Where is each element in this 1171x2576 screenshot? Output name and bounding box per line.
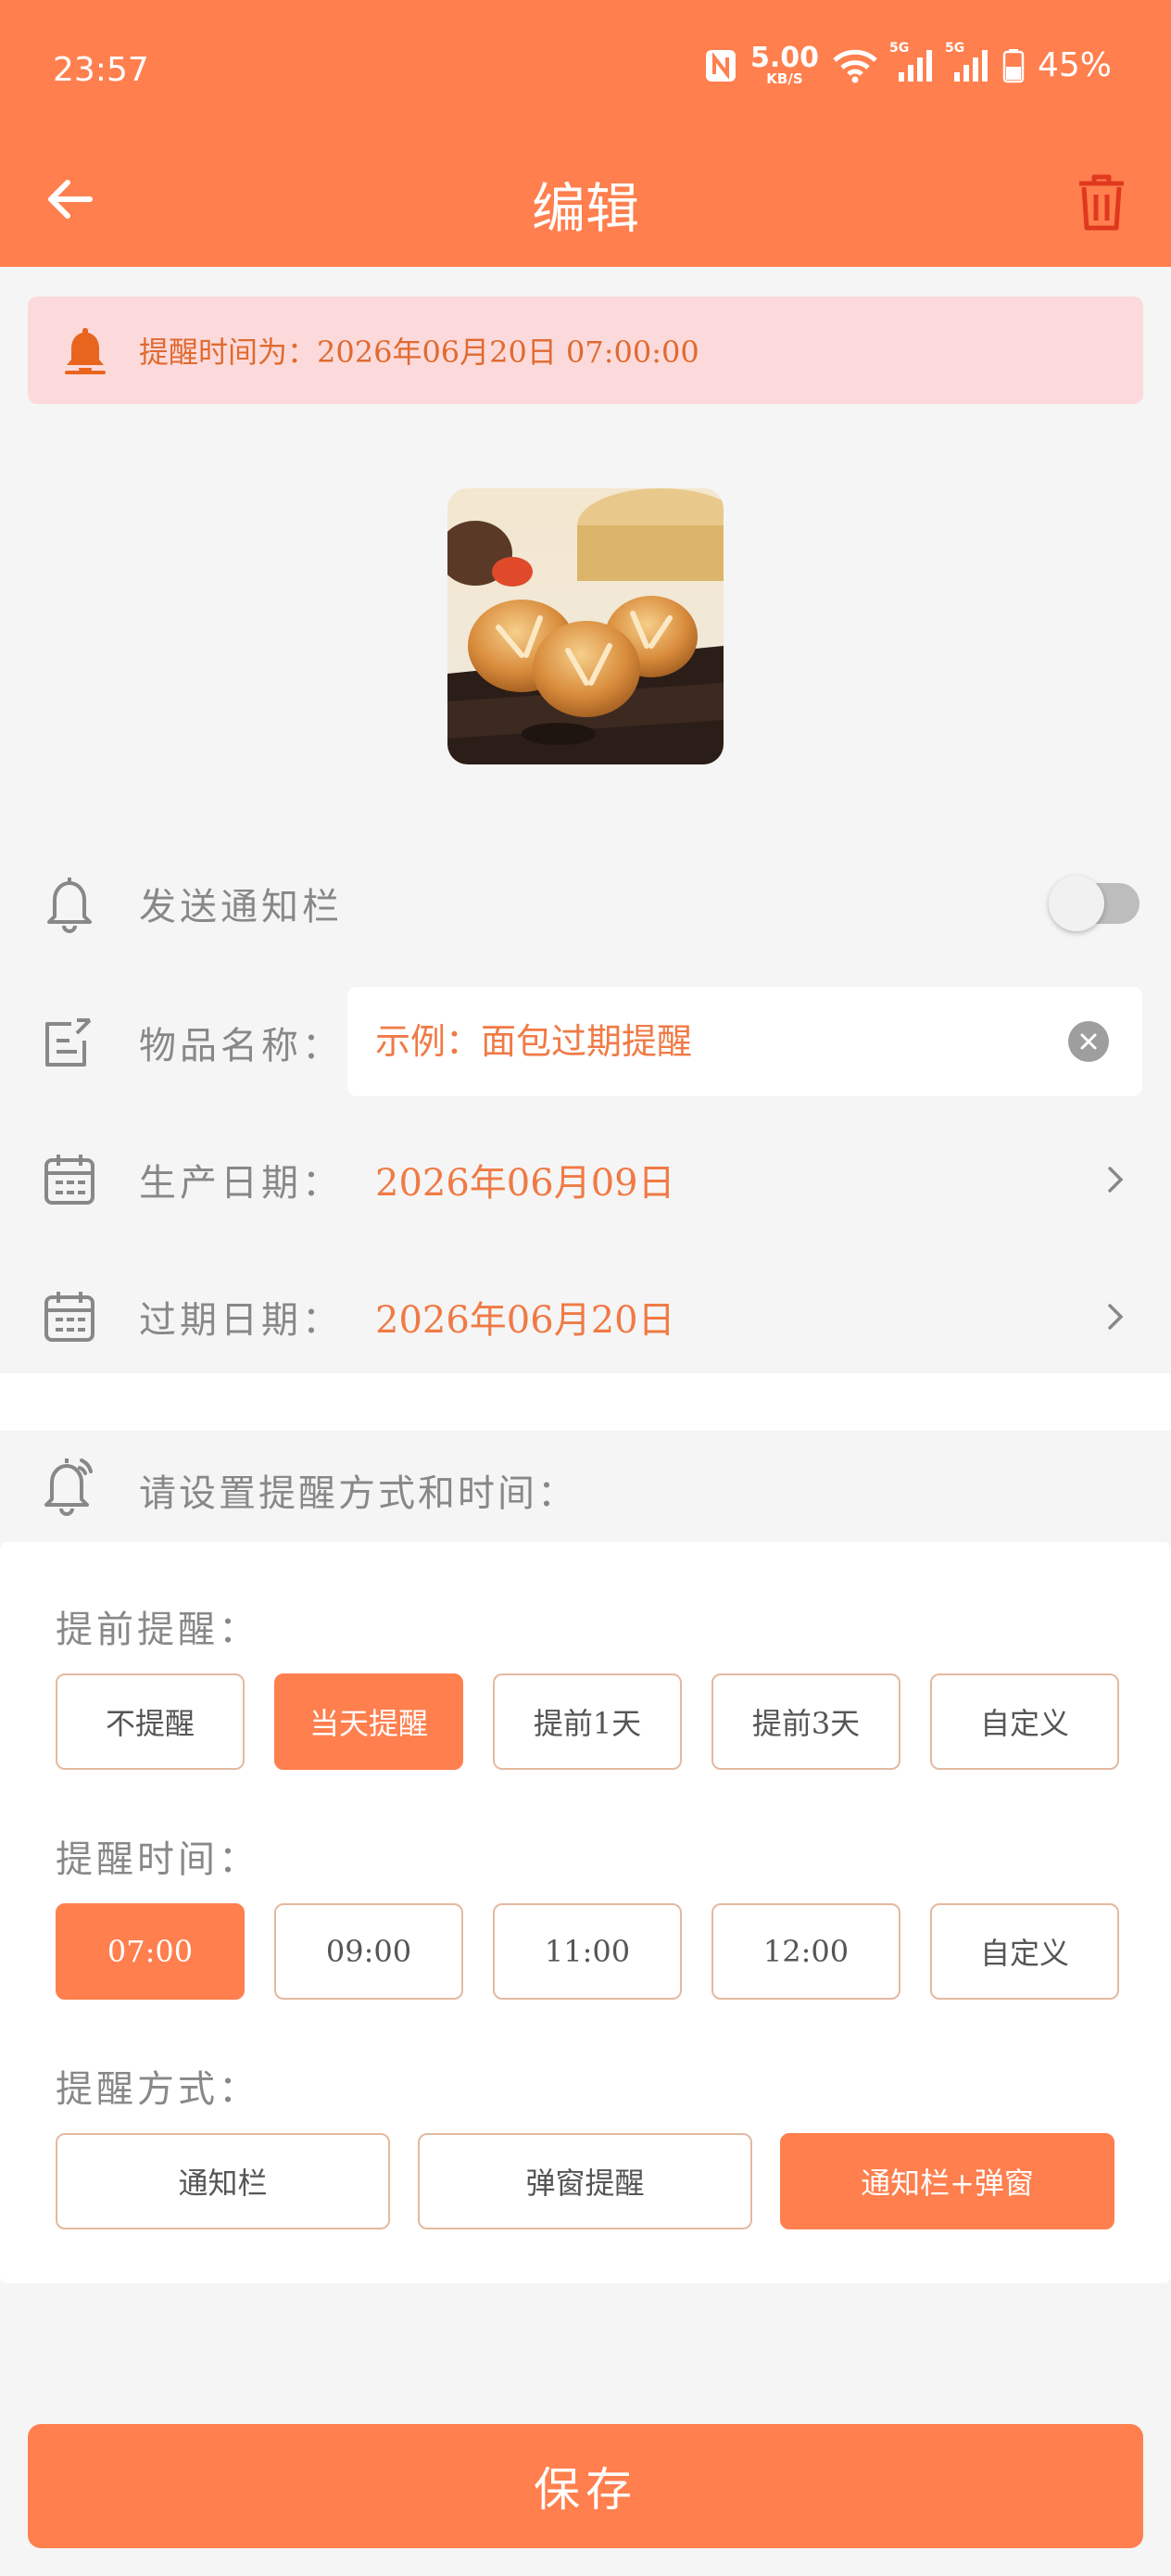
net-speed: 5.00 KB/S: [749, 42, 819, 87]
time-option-1[interactable]: 07:00: [56, 1903, 245, 2000]
method-option-3[interactable]: 通知栏+弹窗: [780, 2133, 1114, 2229]
clear-button[interactable]: [1068, 1021, 1109, 1062]
production-date-value: 2026年06月09日: [375, 1162, 675, 1205]
reminder-banner: 提醒时间为：2026年06月20日 07:00:00: [28, 297, 1143, 404]
notify-toggle[interactable]: [1049, 876, 1140, 931]
expiry-date-value: 2026年06月20日: [375, 1299, 675, 1342]
nfc-icon: [704, 48, 737, 83]
bell-outline-icon: [42, 874, 97, 933]
banner-text: 提醒时间为：2026年06月20日 07:00:00: [139, 335, 699, 370]
toggle-knob: [1049, 876, 1104, 931]
wifi-icon: [832, 48, 878, 83]
signal-icon-2: 5G: [945, 41, 989, 83]
section-divider: [0, 1373, 1171, 1431]
advance-option-4[interactable]: 提前3天: [711, 1673, 900, 1770]
delete-button[interactable]: [1069, 167, 1134, 237]
calendar-icon: [42, 1150, 97, 1209]
reminder-section-header: 请设置提醒方式和时间：: [0, 1431, 1171, 1542]
page-title: 编辑: [531, 177, 639, 240]
time-option-2[interactable]: 09:00: [274, 1903, 463, 2000]
close-icon: [1080, 1033, 1097, 1050]
notify-row: 发送通知栏: [0, 839, 1171, 968]
reminder-card: 提前提醒： 不提醒 当天提醒 提前1天 提前3天 自定义 提醒时间： 07:00 09:0…: [0, 1542, 1171, 2283]
method-option-2[interactable]: 弹窗提醒: [418, 2133, 752, 2229]
item-form: 发送通知栏 物品名称： 生产日期： 2026年06月09日 过期日期： 2026…: [0, 834, 1171, 1373]
toolbar: 编辑: [0, 139, 1171, 267]
reminder-section-title: 请设置提醒方式和时间：: [139, 1472, 577, 1515]
chevron-right-icon: [1108, 1167, 1124, 1193]
advance-option-5[interactable]: 自定义: [930, 1673, 1119, 1770]
battery-icon: [1002, 48, 1025, 83]
item-name-input[interactable]: [375, 987, 1024, 1096]
advance-option-3[interactable]: 提前1天: [493, 1673, 682, 1770]
advance-option-2[interactable]: 当天提醒: [274, 1673, 463, 1770]
trash-icon: [1079, 174, 1124, 231]
status-time: 23:57: [53, 51, 149, 89]
notify-label: 发送通知栏: [139, 886, 343, 928]
time-title: 提醒时间：: [56, 1838, 259, 1881]
production-date-label: 生产日期：: [139, 1162, 343, 1205]
time-option-4[interactable]: 12:00: [711, 1903, 900, 2000]
chevron-right-icon: [1108, 1304, 1124, 1330]
app-header: 23:57 5.00 KB/S 5G 5G 45% 编辑: [0, 0, 1171, 267]
name-input-wrap: [347, 987, 1142, 1096]
expiry-date-label: 过期日期：: [139, 1299, 343, 1342]
status-bar: 23:57 5.00 KB/S 5G 5G 45%: [0, 0, 1171, 139]
advance-option-1[interactable]: 不提醒: [56, 1673, 245, 1770]
bell-ring-icon: [44, 1458, 93, 1516]
bell-icon: [65, 328, 106, 374]
time-option-3[interactable]: 11:00: [493, 1903, 682, 2000]
name-label: 物品名称：: [139, 1025, 343, 1067]
status-indicators: 5.00 KB/S 5G 5G 45%: [704, 41, 1112, 87]
signal-icon-1: 5G: [889, 41, 934, 83]
expiry-date-row[interactable]: 过期日期： 2026年06月20日: [0, 1252, 1171, 1382]
production-date-row[interactable]: 生产日期： 2026年06月09日: [0, 1115, 1171, 1244]
time-option-5[interactable]: 自定义: [930, 1903, 1119, 2000]
edit-note-icon: [42, 1013, 97, 1072]
item-photo[interactable]: [447, 488, 724, 764]
method-option-1[interactable]: 通知栏: [56, 2133, 390, 2229]
method-title: 提醒方式：: [56, 2068, 259, 2111]
calendar-icon: [42, 1287, 97, 1346]
advance-title: 提前提醒：: [56, 1609, 259, 1651]
battery-level: 45%: [1037, 46, 1112, 84]
save-button[interactable]: 保存: [28, 2424, 1143, 2548]
